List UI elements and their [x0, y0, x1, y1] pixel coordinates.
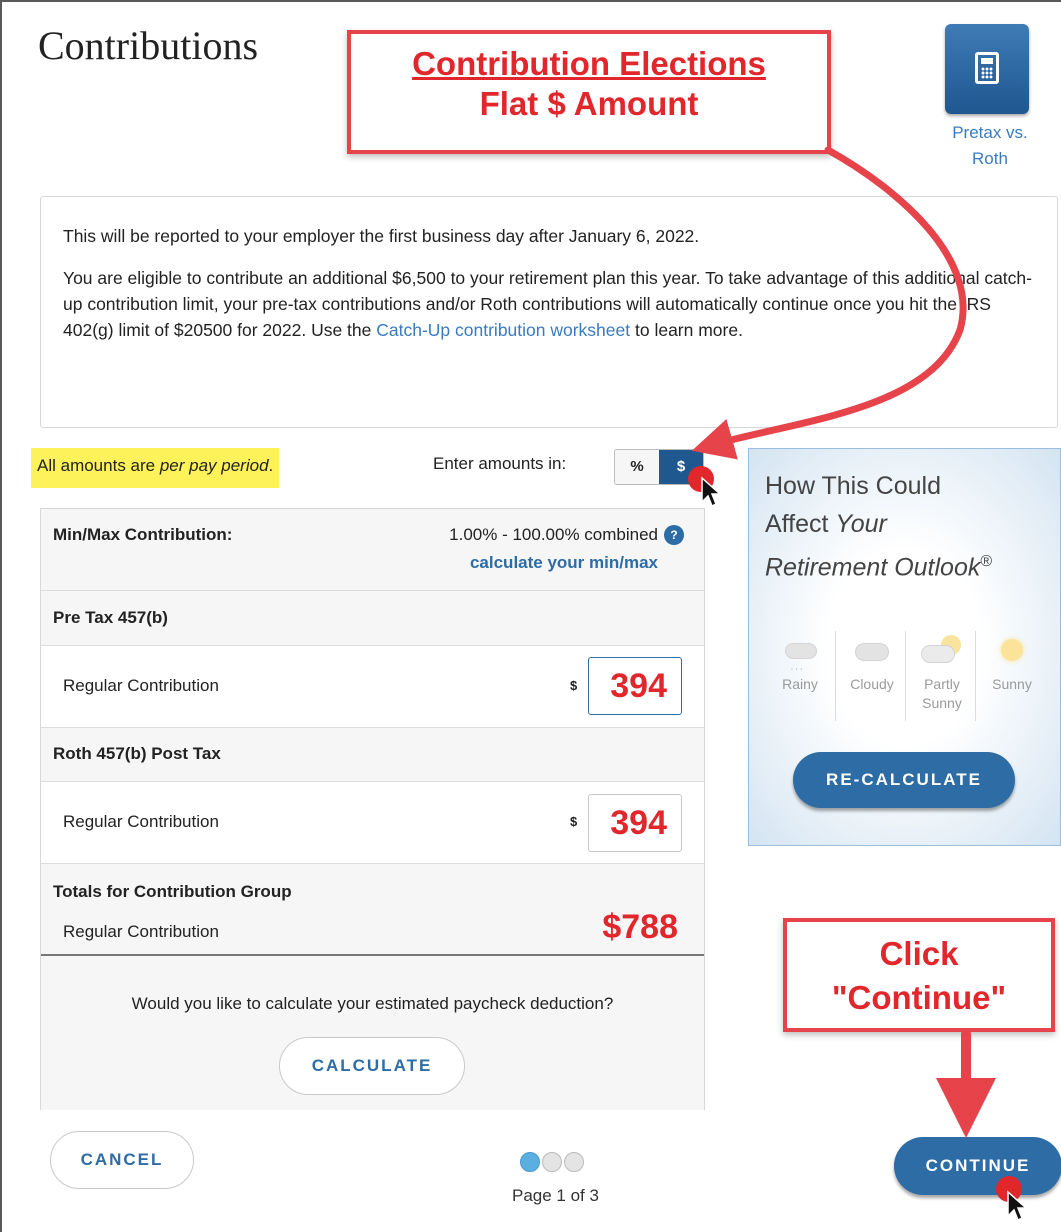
arrow-to-dollar-toggle — [691, 146, 967, 460]
annotation-arrows — [691, 146, 996, 1138]
